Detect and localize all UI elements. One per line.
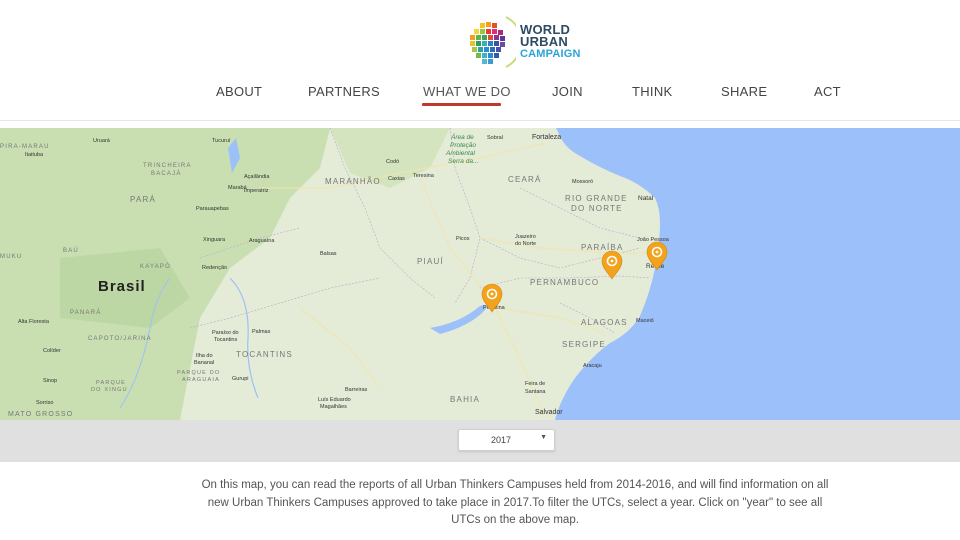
map-label-city: Feira de [525, 381, 545, 387]
logo[interactable]: WORLD URBAN CAMPAIGN [466, 12, 596, 72]
map-label-city: Marabá [228, 185, 248, 191]
site-header: WORLD URBAN CAMPAIGN ABOUT PARTNERS WHAT… [0, 0, 960, 121]
chevron-down-icon: ▼ [540, 434, 547, 441]
map-label-state: PARAÍBA [581, 243, 624, 252]
map-label-region: BACAJÁ [151, 170, 182, 177]
nav-active-underline [422, 103, 501, 106]
map-label-city: Natal [638, 195, 654, 202]
logo-line-2: URBAN [520, 34, 568, 49]
nav-item-act[interactable]: ACT [814, 84, 841, 99]
map-label-city: Salvador [535, 409, 563, 416]
nav-item-share[interactable]: SHARE [721, 84, 767, 99]
map-label-state: TOCANTINS [236, 350, 293, 359]
map-label-city: Redenção [202, 265, 227, 271]
map-label-city: Magalhães [320, 404, 347, 410]
map-label-state: SERGIPE [562, 340, 606, 349]
nav-item-about[interactable]: ABOUT [216, 84, 262, 99]
map-label-city: Fortaleza [532, 134, 561, 141]
logo-line-3: CAMPAIGN [520, 48, 581, 60]
map-label-state: DO NORTE [571, 204, 623, 213]
nav-item-partners[interactable]: PARTNERS [308, 84, 380, 99]
map-label-city: Caxias [388, 176, 405, 182]
map-label-state: ALAGOAS [581, 318, 628, 327]
map-label-city: Araguaína [249, 238, 275, 244]
map-label-state: PIAUÍ [417, 257, 444, 266]
map-label-park: Serra da... [448, 158, 479, 165]
map-label-city: Sobral [487, 135, 503, 141]
map-label-city: Teresina [413, 173, 435, 179]
map-label-city: Imperatriz [244, 188, 269, 194]
map-label-park: Área de [450, 132, 474, 141]
map-label-city: Ilha do [196, 353, 213, 359]
map-label-city: Paraíso do [212, 330, 239, 336]
map-label-region: CAPOTO/JARINA [88, 336, 152, 342]
map-label-city: Gurupi [232, 376, 249, 382]
map-label-state: RIO GRANDE [565, 194, 628, 203]
map-label-region: PANARÁ [70, 309, 101, 316]
map-label-region: PARQUE [96, 380, 126, 386]
map-label-region: TRINCHEIRA [143, 163, 192, 169]
map-label-park: Proteção [450, 142, 476, 149]
map-description: On this map, you can read the reports of… [201, 479, 829, 526]
logo-mark-icon [466, 13, 523, 71]
map-label-region: BAÚ [63, 247, 79, 254]
map-canvas[interactable]: Brasil PARÁ MARANHÃO PIAUÍ CEARÁ RIO GRA… [0, 128, 960, 420]
year-filter-bar: 2017 ▼ [0, 420, 960, 462]
map-label-region: MUKU [0, 254, 22, 260]
map-label-city: Colíder [43, 348, 61, 354]
map-label-city: Juazeiro [515, 234, 536, 240]
map-label-city: Barreiras [345, 387, 368, 393]
year-select-value: 2017 [490, 435, 512, 445]
nav-item-join[interactable]: JOIN [552, 84, 583, 99]
map-label-city: Tucuruí [212, 138, 231, 144]
map-label-state: PARÁ [130, 195, 156, 204]
map-label-state: CEARÁ [508, 175, 542, 184]
map-label-country: Brasil [98, 278, 146, 295]
map-label-city: Tocantins [214, 337, 237, 343]
map-label-state: MARANHÃO [325, 177, 381, 186]
campus-map[interactable]: Brasil PARÁ MARANHÃO PIAUÍ CEARÁ RIO GRA… [0, 128, 960, 420]
logo-text: WORLD URBAN CAMPAIGN [520, 23, 581, 60]
nav-item-think[interactable]: THINK [632, 84, 673, 99]
map-label-city: Aracaju [583, 363, 602, 369]
map-label-city: Balsas [320, 251, 337, 257]
map-label-city: Mossoró [572, 179, 593, 185]
map-label-region: PIRA-MARAU [0, 144, 50, 150]
map-label-city: Bananal [194, 360, 214, 366]
map-label-city: Santana [525, 389, 546, 395]
nav-item-what-we-do[interactable]: WHAT WE DO [423, 84, 511, 99]
map-label-city: Itaituba [25, 152, 44, 158]
year-select[interactable]: 2017 ▼ [458, 429, 555, 451]
map-label-city: Maceió [636, 318, 654, 324]
map-label-region: PARQUE DO [177, 370, 220, 376]
map-label-region: KAYAPÓ [140, 263, 171, 270]
map-label-city: Sorriso [36, 400, 53, 406]
map-label-city: Palmas [252, 329, 271, 335]
map-label-city: Luís Eduardo [318, 397, 351, 403]
map-label-park: Ambiental [445, 150, 475, 157]
map-label-city: Xinguara [203, 237, 226, 243]
map-label-city: Açailândia [244, 174, 270, 180]
map-label-city: Uruará [93, 138, 111, 144]
map-label-city: Alta Floresta [18, 319, 50, 325]
map-label-state: BAHIA [450, 395, 480, 404]
map-label-region: DO XINGU [91, 387, 128, 393]
map-label-city: João Pessoa [637, 237, 670, 243]
map-label-city: Codó [386, 159, 399, 165]
map-label-city: Sinop [43, 378, 57, 384]
map-label-region: ARAGUAIA [182, 377, 220, 383]
map-label-city: Parauapebas [196, 206, 229, 212]
map-label-state: MATO GROSSO [8, 411, 73, 418]
map-label-state: PERNAMBUCO [530, 278, 599, 287]
map-label-city: do Norte [515, 241, 536, 247]
map-label-city: Picos [456, 236, 470, 242]
